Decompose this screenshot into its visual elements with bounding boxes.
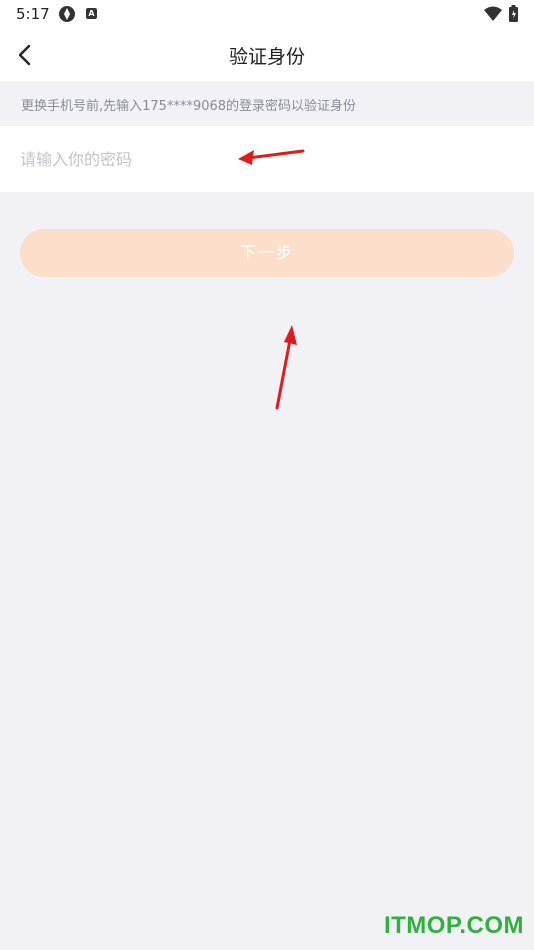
wifi-icon bbox=[484, 6, 502, 21]
annotation-arrow-icon bbox=[275, 325, 297, 410]
status-time: 5:17 bbox=[16, 5, 50, 23]
app-notification-icon: A bbox=[86, 8, 97, 19]
nav-bar: 验证身份 bbox=[0, 28, 534, 81]
page-title: 验证身份 bbox=[228, 46, 305, 68]
sync-icon bbox=[59, 6, 75, 22]
next-button[interactable]: 下一步 bbox=[20, 229, 514, 277]
hint-text: 更换手机号前,先输入175****9068的登录密码以验证身份 bbox=[21, 99, 357, 114]
hint-bar: 更换手机号前,先输入175****9068的登录密码以验证身份 bbox=[0, 81, 534, 126]
annotation-arrow-icon bbox=[238, 149, 305, 165]
battery-icon bbox=[509, 5, 518, 22]
status-bar: 5:17 A bbox=[0, 0, 534, 28]
watermark: ITMOP.COM bbox=[383, 912, 524, 939]
